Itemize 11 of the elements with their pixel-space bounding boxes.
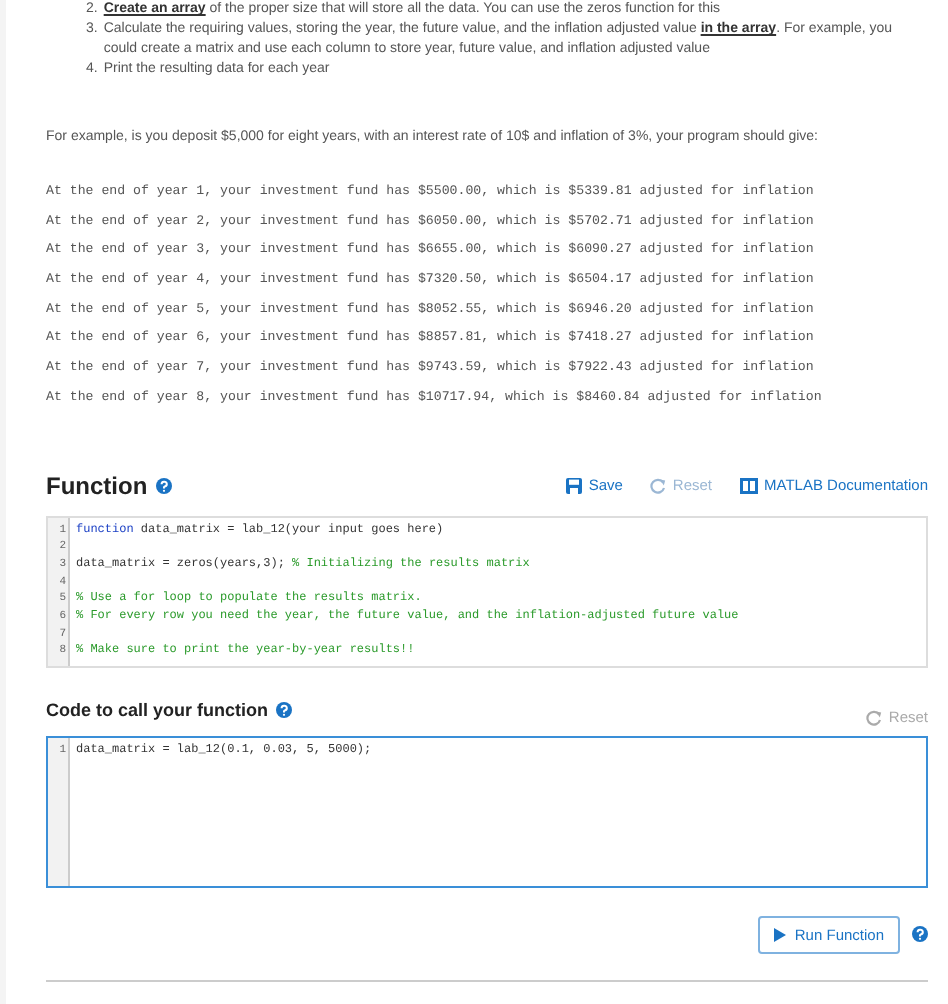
help-icon xyxy=(276,701,293,717)
reset-icon xyxy=(866,709,883,725)
help-icon xyxy=(912,926,928,942)
section-title: Code to call your function xyxy=(46,699,269,719)
help-icon xyxy=(155,477,172,493)
reset-icon xyxy=(650,477,667,493)
code-editor[interactable] xyxy=(46,515,928,667)
save-icon xyxy=(566,477,583,493)
section-title: Function xyxy=(46,471,148,499)
play-icon xyxy=(774,927,787,941)
book-icon xyxy=(740,477,759,493)
